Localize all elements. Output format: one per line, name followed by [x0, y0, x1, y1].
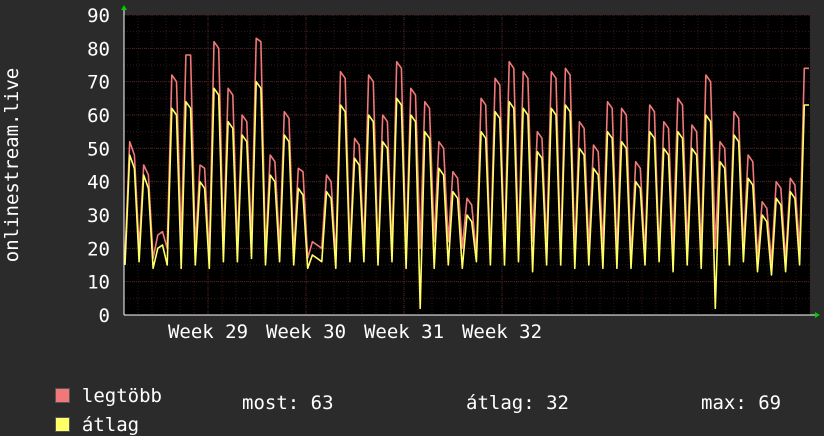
y-axis-arrow-icon [121, 5, 127, 10]
y-tick-label: 70 [87, 72, 110, 94]
y-tick-label: 50 [87, 138, 110, 160]
y-tick-label: 0 [99, 305, 110, 327]
y-tick-label: 30 [87, 205, 110, 227]
stat-current: most: 63 [242, 392, 334, 414]
x-axis-arrow-icon [815, 312, 820, 318]
y-axis-title: onlinestream.live [1, 68, 23, 262]
y-tick-label: 10 [87, 272, 110, 294]
y-tick-label: 40 [87, 172, 110, 194]
x-tick-label: Week 29 [168, 321, 248, 343]
x-tick-label: Week 30 [266, 321, 346, 343]
y-tick-label: 20 [87, 238, 110, 260]
y-tick-label: 90 [87, 5, 110, 27]
y-tick-label: 80 [87, 38, 110, 60]
x-tick-label: Week 31 [364, 321, 444, 343]
x-tick-label: Week 32 [462, 321, 542, 343]
chart: 0 10 20 30 40 50 60 70 80 90 Week 29 Week 30 Week 31… [1, 5, 820, 343]
legend-label-avg: átlag [81, 414, 140, 436]
y-tick-label: 60 [87, 105, 110, 127]
legend-item-avg: átlag [32, 392, 139, 436]
stat-maximum: max: 69 [701, 392, 782, 414]
stat-average: átlag: 32 [466, 392, 569, 414]
